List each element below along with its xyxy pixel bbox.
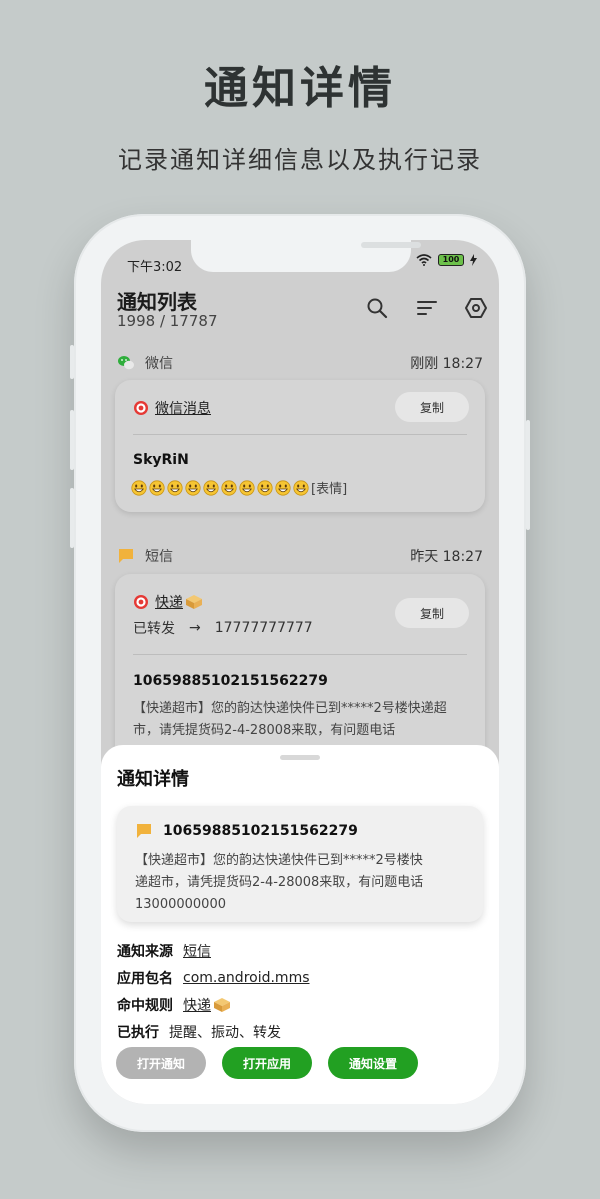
copy-button[interactable]: 复制	[395, 392, 469, 422]
divider	[133, 434, 467, 435]
rule-row[interactable]: 微信消息	[133, 398, 211, 418]
rule-row[interactable]: 快递	[133, 592, 203, 612]
status-time: 下午3:02	[127, 260, 183, 275]
drag-handle[interactable]	[280, 755, 320, 760]
info-row-source: 通知来源 短信	[117, 941, 211, 961]
info-key: 已执行	[117, 1025, 159, 1041]
notification-card-sms[interactable]: 快递 已转发 → 17777777777 复制 1065988510215156…	[115, 574, 485, 774]
open-app-button[interactable]: 打开应用	[222, 1047, 312, 1079]
detail-message-line: 递超市，请凭提货码2-4-28008来取，有问题电话	[135, 875, 424, 890]
battery-icon: 100	[438, 254, 464, 266]
target-icon	[134, 401, 148, 415]
info-key: 应用包名	[117, 971, 173, 987]
smiley-emoji-icon	[221, 479, 237, 496]
charging-bolt-icon	[470, 254, 477, 266]
hero-title: 通知详情	[204, 63, 396, 114]
bottom-sheet: 通知详情 10659885102151562279 【快递超市】您的韵达快递快件…	[101, 745, 499, 1104]
settings-hex-icon[interactable]	[464, 296, 488, 320]
power-button	[526, 420, 530, 530]
arrow-right-icon: →	[189, 620, 201, 636]
smiley-emoji-icon	[149, 479, 165, 496]
divider	[133, 654, 467, 655]
target-icon	[134, 595, 148, 609]
info-key: 命中规则	[117, 998, 173, 1014]
volume-up-button	[70, 410, 74, 470]
notification-card-wechat[interactable]: 微信消息 复制 SkyRiN [表情]	[115, 380, 485, 512]
info-row-package: 应用包名 com.android.mms	[117, 968, 310, 988]
smiley-emoji-icon	[185, 479, 201, 496]
smiley-emoji-icon	[239, 479, 255, 496]
group-header-wechat: 微信 刚刚 18:27	[117, 353, 483, 373]
smiley-emoji-icon	[203, 479, 219, 496]
emoji-suffix: [表情]	[311, 482, 348, 497]
info-key: 通知来源	[117, 944, 173, 960]
hero-subtitle: 记录通知详细信息以及执行记录	[118, 146, 482, 174]
smiley-emoji-icon	[167, 479, 183, 496]
smiley-emoji-icon	[131, 479, 147, 496]
info-value-executed: 提醒、振动、转发	[169, 1025, 281, 1041]
page-title: 通知列表	[117, 290, 197, 314]
phone-screen: 下午3:02 100 通知列表 1998 / 17787 微信 刚刚 18:27…	[101, 240, 499, 1104]
sender-number: 10659885102151562279	[133, 673, 328, 689]
mute-switch	[70, 345, 74, 379]
search-icon[interactable]	[365, 296, 389, 320]
notification-count: 1998 / 17787	[117, 312, 218, 330]
group-app-name: 短信	[145, 549, 173, 565]
smiley-emoji-icon	[257, 479, 273, 496]
emoji-message: [表情]	[131, 478, 347, 497]
forward-label: 已转发	[133, 621, 175, 637]
notification-settings-button[interactable]: 通知设置	[328, 1047, 418, 1079]
sms-icon	[119, 549, 133, 563]
copy-button[interactable]: 复制	[395, 598, 469, 628]
smiley-emoji-icon	[275, 479, 291, 496]
info-row-executed: 已执行 提醒、振动、转发	[117, 1022, 281, 1042]
volume-down-button	[70, 488, 74, 548]
forward-row: 已转发 → 17777777777	[133, 618, 313, 638]
open-notification-button[interactable]: 打开通知	[116, 1047, 206, 1079]
info-value-source[interactable]: 短信	[183, 941, 211, 961]
rule-name[interactable]: 快递	[155, 592, 183, 612]
detail-sender-row: 10659885102151562279	[135, 822, 358, 840]
sender-name: SkyRiN	[133, 452, 189, 468]
wifi-icon	[416, 254, 432, 266]
sms-icon	[137, 824, 151, 838]
wechat-icon	[118, 356, 134, 370]
group-app-name: 微信	[145, 356, 173, 372]
sheet-title: 通知详情	[117, 769, 189, 790]
package-icon	[214, 998, 230, 1012]
detail-message-line: 【快递超市】您的韵达快递快件已到*****2号楼快	[135, 853, 423, 868]
smiley-emoji-icon	[293, 479, 309, 496]
info-value-package[interactable]: com.android.mms	[183, 970, 310, 986]
detail-card: 10659885102151562279 【快递超市】您的韵达快递快件已到***…	[117, 806, 483, 922]
rule-name[interactable]: 微信消息	[155, 398, 211, 418]
forward-number: 17777777777	[214, 620, 313, 636]
detail-sender: 10659885102151562279	[163, 823, 358, 839]
group-time: 昨天 18:27	[410, 549, 483, 565]
notch	[191, 240, 421, 272]
group-time: 刚刚 18:27	[410, 356, 483, 372]
info-value-rule[interactable]: 快递	[183, 995, 211, 1015]
filter-icon[interactable]	[415, 296, 439, 320]
info-row-rule: 命中规则 快递	[117, 995, 231, 1015]
package-icon	[186, 595, 202, 609]
detail-message: 【快递超市】您的韵达快递快件已到*****2号楼快 递超市，请凭提货码2-4-2…	[135, 850, 423, 916]
detail-message-line: 13000000000	[135, 897, 226, 912]
group-header-sms: 短信 昨天 18:27	[117, 546, 483, 566]
status-icons: 100	[416, 254, 477, 266]
speaker	[361, 242, 421, 248]
